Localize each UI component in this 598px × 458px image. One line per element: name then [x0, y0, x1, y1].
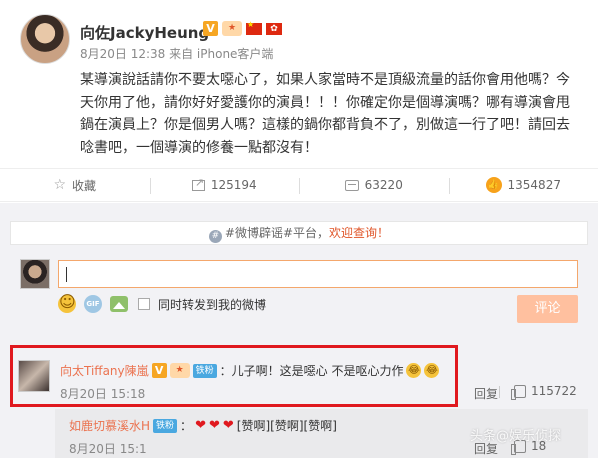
like-count: 1354827 — [507, 178, 561, 192]
sync-repost-checkbox[interactable] — [138, 298, 150, 310]
repost-icon — [191, 176, 205, 191]
hongkong-flag-icon: ✿ — [266, 22, 282, 35]
sub-reply-text: [赞啊][赞啊][赞啊] — [236, 419, 337, 433]
emoji-icon[interactable] — [58, 292, 76, 313]
sub-reply-author[interactable]: 如鹿切慕溪水H — [69, 417, 150, 434]
comment-time: 8月20日 15:18 — [60, 387, 146, 401]
comment-section: ##微博辟谣#平台，欢迎查询！ GIF 同时转发到我的微博 评论 向太Tiffa… — [0, 203, 598, 458]
favorite-label: 收藏 — [72, 178, 97, 193]
author-badges: V ★ ✿ — [203, 20, 282, 36]
member-icon[interactable]: ★ — [169, 363, 190, 378]
verified-icon[interactable]: V — [151, 363, 167, 378]
divider — [499, 386, 500, 398]
weibo-post: 向佐JackyHeung V ★ ✿ 8月20日 12:38 来自 iPhone… — [0, 0, 598, 168]
star-icon: ☆ — [53, 177, 67, 193]
repost-count: 125194 — [210, 178, 257, 192]
comment-input[interactable] — [58, 260, 578, 288]
comment-like-count: 115722 — [531, 384, 577, 398]
like-button[interactable]: 👍 1354827 — [448, 169, 598, 201]
heart-icon: ❤ — [208, 418, 220, 433]
laugh-cry-emoji-icon: 😂 — [424, 363, 440, 378]
commenter-name[interactable]: 向太Tiffany陳嵐 — [60, 362, 149, 379]
comment-count: 63220 — [364, 178, 403, 192]
heart-icon: ❤ — [222, 418, 234, 433]
reply-button[interactable]: 回复 — [474, 385, 498, 402]
composer-toolbar: GIF 同时转发到我的微博 — [58, 292, 267, 313]
comment-line: 向太Tiffany陳嵐 V ★ 铁粉 ：儿子啊！这是噁心 不是呕心力作 😂 😂 — [60, 362, 440, 379]
gif-icon[interactable]: GIF — [84, 295, 102, 313]
sync-repost-label: 同时转发到我的微博 — [158, 297, 267, 312]
current-user-avatar — [20, 259, 50, 289]
author-avatar[interactable] — [20, 14, 70, 64]
watermark: 头条@娱乐侦探 — [470, 429, 562, 444]
image-icon[interactable] — [110, 296, 128, 312]
sub-reply-line: 如鹿切慕溪水H 铁粉 ： ❤ ❤ ❤ [赞啊][赞啊][赞啊] — [69, 417, 337, 434]
favorite-button[interactable]: ☆ 收藏 — [0, 169, 150, 201]
thumb-icon — [511, 384, 526, 400]
post-timestamp[interactable]: 8月20日 12:38 来自 iPhone客户端 — [80, 45, 273, 62]
verified-icon[interactable]: V — [203, 21, 218, 36]
comment-like-button[interactable]: 115722 — [511, 384, 577, 400]
comment-text: ：儿子啊！这是噁心 不是呕心力作 — [219, 364, 404, 378]
fan-badge[interactable]: 铁粉 — [192, 363, 217, 378]
heart-icon: ❤ — [195, 418, 206, 433]
notice-emphasis: 欢迎查询！ — [329, 226, 390, 240]
sub-reply-time: 8月20日 15:1 — [69, 442, 147, 456]
sub-reply-colon: ： — [180, 419, 193, 433]
comment-button[interactable]: 63220 — [299, 169, 449, 201]
thumbs-up-icon: 👍 — [485, 177, 502, 193]
laugh-cry-emoji-icon: 😂 — [406, 363, 422, 378]
fan-badge[interactable]: 铁粉 — [153, 418, 178, 433]
hashtag-icon: # — [208, 230, 222, 243]
member-icon[interactable]: ★ — [222, 21, 242, 36]
china-flag-icon — [246, 20, 262, 35]
rumor-notice-banner[interactable]: # #微博辟谣#平台，欢迎查询！ — [10, 221, 588, 245]
submit-comment-button[interactable]: 评论 — [517, 295, 578, 323]
comment-icon — [344, 179, 359, 191]
commenter-avatar[interactable] — [18, 360, 50, 392]
author-name[interactable]: 向佐JackyHeung — [80, 22, 209, 43]
repost-button[interactable]: 125194 — [149, 169, 300, 201]
post-actions-bar: ☆ 收藏 125194 63220 👍 1354827 — [0, 168, 598, 202]
notice-prefix: #微博辟谣#平台， — [224, 226, 330, 240]
post-text: 某導演說話請你不要太噁心了，如果人家當時不是頂級流量的話你會用他嗎？今天你用了他… — [80, 72, 570, 156]
